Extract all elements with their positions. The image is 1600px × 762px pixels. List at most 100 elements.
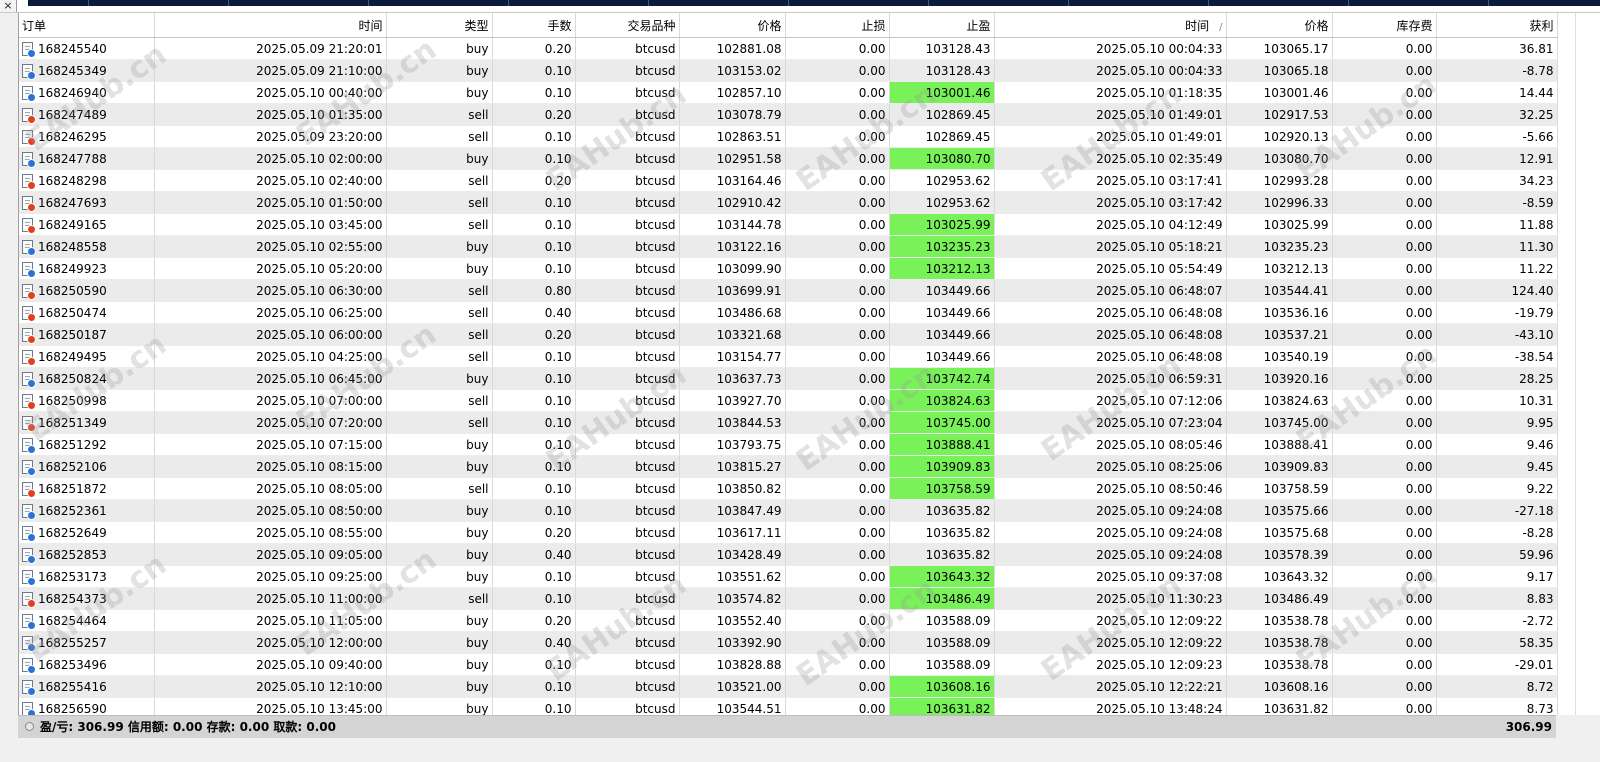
table-row[interactable]: 168247489 2025.05.10 01:35:00 sell 0.20 btcu…	[19, 103, 1558, 126]
column-header-label: 手数	[547, 18, 572, 33]
table-row[interactable]: 168247693 2025.05.10 01:50:00 sell 0.10 btcu…	[19, 191, 1558, 214]
table-row[interactable]: 168252649 2025.05.10 08:55:00 buy 0.20 btcus…	[19, 521, 1558, 544]
cell-volume: 0.10	[492, 345, 576, 368]
cell-order: 168250998	[19, 389, 155, 412]
column-header-label: 订单	[22, 18, 47, 33]
table-row[interactable]: 168254373 2025.05.10 11:00:00 sell 0.10 btcu…	[19, 587, 1558, 610]
cell-type: sell	[386, 125, 493, 148]
column-header-volume[interactable]: 手数	[492, 13, 576, 38]
order-cell: 168252853	[22, 547, 151, 564]
order-cell: 168248558	[22, 239, 151, 256]
column-header-type[interactable]: 类型	[386, 13, 493, 38]
table-row[interactable]: 168249495 2025.05.10 04:25:00 sell 0.10 btcu…	[19, 345, 1558, 368]
cell-sl: 0.00	[785, 103, 890, 126]
column-header-order[interactable]: 订单	[19, 13, 155, 38]
table-row[interactable]: 168255257 2025.05.10 12:00:00 buy 0.40 btcus…	[19, 631, 1558, 654]
cell-volume: 0.10	[492, 477, 576, 500]
cell-close-price: 103537.21	[1226, 323, 1333, 346]
table-row[interactable]: 168252361 2025.05.10 08:50:00 buy 0.10 btcus…	[19, 499, 1558, 522]
table-row[interactable]: 168256590 2025.05.10 13:45:00 buy 0.10 btcus…	[19, 697, 1558, 716]
column-header-label: 价格	[1304, 18, 1329, 33]
table-row[interactable]: 168250824 2025.05.10 06:45:00 buy 0.10 btcus…	[19, 367, 1558, 390]
table-row[interactable]: 168248558 2025.05.10 02:55:00 buy 0.10 btcus…	[19, 235, 1558, 258]
cell-swap: 0.00	[1332, 103, 1437, 126]
close-icon[interactable]: ×	[0, 0, 17, 12]
table-row[interactable]: 168255416 2025.05.10 12:10:00 buy 0.10 btcus…	[19, 675, 1558, 698]
cell-sl: 0.00	[785, 411, 890, 434]
table-row[interactable]: 168247788 2025.05.10 02:00:00 buy 0.10 btcus…	[19, 147, 1558, 170]
table-row[interactable]: 168246940 2025.05.10 00:40:00 buy 0.10 btcus…	[19, 81, 1558, 104]
table-row[interactable]: 168254464 2025.05.10 11:05:00 buy 0.20 btcus…	[19, 609, 1558, 632]
vertical-scrollbar[interactable]	[1575, 13, 1600, 715]
cell-close-price: 103631.82	[1226, 697, 1333, 715]
order-number: 168256590	[38, 701, 107, 716]
cell-volume: 0.10	[492, 675, 576, 698]
buy-indicator-icon	[27, 620, 36, 630]
column-header-symbol[interactable]: 交易品种	[575, 13, 680, 38]
buy-indicator-icon	[27, 92, 36, 102]
cell-symbol: btcusd	[575, 323, 680, 346]
ticket-document-icon	[22, 305, 36, 322]
column-header-close-price[interactable]: 价格	[1226, 13, 1333, 38]
table-header: 订单 时间 类型 手数 交易品种 价格 止损 止盈 时间 / 价格 库存费 获利	[19, 13, 1558, 38]
cell-close-price: 103575.66	[1226, 499, 1333, 522]
cell-type: sell	[386, 477, 493, 500]
table-row[interactable]: 168253173 2025.05.10 09:25:00 buy 0.10 btcus…	[19, 565, 1558, 588]
cell-close-time: 2025.05.10 07:23:04	[994, 411, 1227, 434]
table-row[interactable]: 168246295 2025.05.09 23:20:00 sell 0.10 btcu…	[19, 125, 1558, 148]
cell-swap: 0.00	[1332, 455, 1437, 478]
order-cell: 168246940	[22, 85, 151, 102]
table-row[interactable]: 168249923 2025.05.10 05:20:00 buy 0.10 btcus…	[19, 257, 1558, 280]
cell-open-price: 103847.49	[679, 499, 786, 522]
cell-sl: 0.00	[785, 609, 890, 632]
ticket-document-icon	[22, 657, 36, 674]
order-cell: 168254373	[22, 591, 151, 608]
cell-swap: 0.00	[1332, 565, 1437, 588]
table-row[interactable]: 168252106 2025.05.10 08:15:00 buy 0.10 btcus…	[19, 455, 1558, 478]
table-row[interactable]: 168253496 2025.05.10 09:40:00 buy 0.10 btcus…	[19, 653, 1558, 676]
table-row[interactable]: 168251292 2025.05.10 07:15:00 buy 0.10 btcus…	[19, 433, 1558, 456]
cell-sl: 0.00	[785, 59, 890, 82]
history-table-panel: 订单 时间 类型 手数 交易品种 价格 止损 止盈 时间 / 价格 库存费 获利 168245540 20…	[18, 13, 1600, 715]
ticket-document-icon	[22, 217, 36, 234]
cell-profit: -8.59	[1436, 191, 1558, 214]
cell-profit: -19.79	[1436, 301, 1558, 324]
buy-indicator-icon	[27, 158, 36, 168]
column-header-sl[interactable]: 止损	[785, 13, 890, 38]
sell-indicator-icon	[27, 422, 36, 432]
cell-close-price: 103888.41	[1226, 433, 1333, 456]
table-row[interactable]: 168250590 2025.05.10 06:30:00 sell 0.80 btcu…	[19, 279, 1558, 302]
cell-swap: 0.00	[1332, 411, 1437, 434]
order-cell: 168255416	[22, 679, 151, 696]
table-row[interactable]: 168245540 2025.05.09 21:20:01 buy 0.20 btcus…	[19, 37, 1558, 60]
column-header-swap[interactable]: 库存费	[1332, 13, 1437, 38]
order-number: 168252106	[38, 459, 107, 474]
cell-swap: 0.00	[1332, 37, 1437, 60]
table-row[interactable]: 168250474 2025.05.10 06:25:00 sell 0.40 btcu…	[19, 301, 1558, 324]
cell-volume: 0.20	[492, 609, 576, 632]
column-header-profit[interactable]: 获利	[1436, 13, 1558, 38]
cell-swap: 0.00	[1332, 367, 1437, 390]
column-header-open-price[interactable]: 价格	[679, 13, 786, 38]
cell-swap: 0.00	[1332, 213, 1437, 236]
table-row[interactable]: 168251349 2025.05.10 07:20:00 sell 0.10 btcu…	[19, 411, 1558, 434]
cell-profit: 12.91	[1436, 147, 1558, 170]
column-header-close-time[interactable]: 时间 /	[994, 13, 1227, 38]
column-header-open-time[interactable]: 时间	[154, 13, 387, 38]
table-row[interactable]: 168250187 2025.05.10 06:00:00 sell 0.20 btcu…	[19, 323, 1558, 346]
table-row[interactable]: 168245349 2025.05.09 21:10:00 buy 0.10 btcus…	[19, 59, 1558, 82]
cell-profit: -8.28	[1436, 521, 1558, 544]
order-number: 168249923	[38, 261, 107, 276]
table-row[interactable]: 168250998 2025.05.10 07:00:00 sell 0.10 btcu…	[19, 389, 1558, 412]
table-row[interactable]: 168251872 2025.05.10 08:05:00 sell 0.10 btcu…	[19, 477, 1558, 500]
cell-sl: 0.00	[785, 675, 890, 698]
table-row[interactable]: 168252853 2025.05.10 09:05:00 buy 0.40 btcus…	[19, 543, 1558, 566]
cell-type: buy	[386, 433, 493, 456]
ticket-document-icon	[22, 349, 36, 366]
table-row[interactable]: 168249165 2025.05.10 03:45:00 sell 0.10 btcu…	[19, 213, 1558, 236]
column-header-tp[interactable]: 止盈	[889, 13, 995, 38]
table-row[interactable]: 168248298 2025.05.10 02:40:00 sell 0.20 btcu…	[19, 169, 1558, 192]
cell-symbol: btcusd	[575, 279, 680, 302]
order-cell: 168250824	[22, 371, 151, 388]
order-number: 168252649	[38, 525, 107, 540]
